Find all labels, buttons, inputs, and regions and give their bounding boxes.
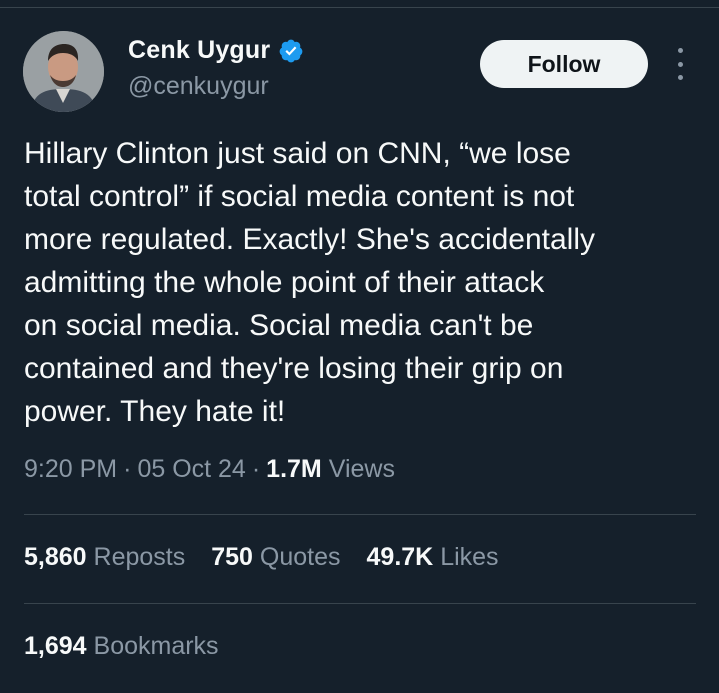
more-dot	[677, 75, 683, 80]
bookmarks-count: 1,694	[24, 632, 87, 660]
more-vertical-icon[interactable]	[668, 48, 692, 80]
author-name-row: Cenk Uygur	[128, 36, 304, 65]
bookmarks-stat[interactable]: 1,694 Bookmarks	[24, 632, 219, 661]
likes-count: 49.7K	[366, 543, 434, 571]
top-divider	[0, 7, 719, 8]
verified-badge-icon[interactable]	[278, 38, 304, 64]
divider	[24, 514, 696, 515]
likes-label: Likes	[440, 543, 499, 571]
reposts-stat[interactable]: 5,860 Reposts	[24, 543, 185, 572]
reposts-label: Reposts	[93, 543, 186, 571]
avatar[interactable]	[23, 31, 104, 112]
likes-stat[interactable]: 49.7K Likes	[367, 543, 499, 572]
meta-separator: ·	[251, 455, 261, 483]
views-count: 1.7M	[266, 455, 322, 483]
tweet-date[interactable]: 05 Oct 24	[137, 455, 245, 484]
views-label: Views	[328, 455, 395, 483]
author-display-name[interactable]: Cenk Uygur	[128, 36, 270, 65]
views-count-wrap[interactable]: 1.7M Views	[266, 455, 395, 484]
meta-separator: ·	[123, 455, 132, 483]
tweet-meta: 9:20 PM · 05 Oct 24 · 1.7M Views	[24, 455, 395, 484]
follow-button[interactable]: Follow	[480, 40, 648, 88]
quotes-stat[interactable]: 750 Quotes	[211, 543, 340, 572]
avatar-image	[23, 31, 104, 112]
author-handle[interactable]: @cenkuygur	[128, 72, 269, 101]
tweet-time[interactable]: 9:20 PM	[24, 455, 117, 484]
quotes-label: Quotes	[259, 543, 341, 571]
reposts-count: 5,860	[24, 543, 87, 571]
quotes-count: 750	[211, 543, 253, 571]
divider	[24, 603, 696, 604]
engagement-stats: 5,860 Reposts 750 Quotes 49.7K Likes	[24, 543, 499, 572]
bookmarks-label: Bookmarks	[93, 632, 219, 660]
more-dot	[677, 48, 683, 53]
more-dot	[677, 61, 683, 67]
tweet-text: Hillary Clinton just said on CNN, “we lo…	[24, 137, 596, 428]
